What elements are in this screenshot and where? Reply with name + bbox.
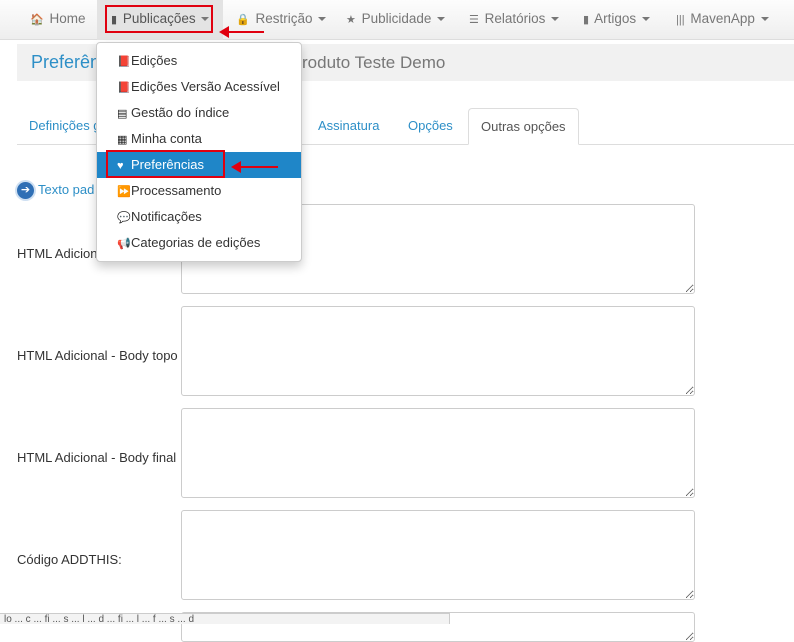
menu-item-categorias[interactable]: 📢Categorias de edições xyxy=(97,230,301,256)
menu-item-label: Minha conta xyxy=(131,131,202,146)
book-icon: 📕 xyxy=(117,82,131,94)
book-icon: 📕 xyxy=(117,56,131,68)
nav-mavenapp-label: MavenApp xyxy=(690,11,755,26)
tab-outras-opcoes[interactable]: Outras opções xyxy=(468,108,579,145)
codigo-addthis-textarea[interactable] xyxy=(181,510,695,600)
menu-item-minha-conta[interactable]: ▦ Minha conta xyxy=(97,126,301,152)
list-alt-icon: ▤ xyxy=(117,108,128,120)
nav-mavenapp[interactable]: ||| MavenApp xyxy=(676,0,769,40)
caret-down-icon xyxy=(641,17,650,22)
list-icon: ☰ xyxy=(469,14,479,26)
menu-item-label: Categorias de edições xyxy=(131,235,261,250)
html-body-topo-textarea[interactable] xyxy=(181,306,695,396)
nav-artigos-label: Artigos xyxy=(594,11,637,26)
field-label-addthis: Código ADDTHIS: xyxy=(17,552,122,567)
annotation-arrow xyxy=(231,161,278,173)
field-label-html-adicional-head: HTML Adicion xyxy=(17,246,98,261)
comment-icon: 💬 xyxy=(117,212,131,224)
menu-item-preferencias[interactable]: ♥ Preferências xyxy=(97,152,301,178)
browser-status-bar: lo ... c ... fi ... s ... l ... d ... fi… xyxy=(0,613,450,624)
caret-down-icon xyxy=(760,17,769,22)
caret-down-icon xyxy=(551,17,560,22)
menu-item-label: Notificações xyxy=(131,209,202,224)
star-icon: ★ xyxy=(346,14,356,26)
menu-item-label: Processamento xyxy=(131,183,222,198)
menu-item-processamento[interactable]: ⏩Processamento xyxy=(97,178,301,204)
annotation-arrow xyxy=(219,26,264,38)
texto-padrao-link[interactable]: ➔ Texto pad xyxy=(17,182,95,200)
tab-definicoes[interactable]: Definições g xyxy=(29,108,101,145)
menu-item-label: Gestão do índice xyxy=(131,105,230,120)
home-icon: 🏠 xyxy=(30,14,44,26)
caret-down-icon xyxy=(318,17,327,22)
nav-relatorios-label: Relatórios xyxy=(484,11,546,26)
caret-down-icon xyxy=(437,17,446,22)
file-icon: ▮ xyxy=(111,14,118,26)
top-navbar: 🏠 Home ▮ Publicações 🔒 Restrição ★ Publi… xyxy=(0,0,794,40)
bullhorn-icon: 📢 xyxy=(117,238,131,250)
nav-publicacoes[interactable]: ▮ Publicações xyxy=(97,0,224,40)
th-icon: ▦ xyxy=(117,134,128,146)
menu-item-notificacoes[interactable]: 💬Notificações xyxy=(97,204,301,230)
tab-opcoes[interactable]: Opções xyxy=(408,108,453,145)
barcode-icon: ||| xyxy=(676,14,685,26)
heart-icon: ♥ xyxy=(117,160,124,172)
menu-item-label: Preferências xyxy=(131,157,204,172)
caret-down-icon xyxy=(201,17,210,22)
lock-icon: 🔒 xyxy=(236,14,250,26)
menu-item-edicoes[interactable]: 📕Edições xyxy=(97,48,301,74)
arrow-circle-icon: ➔ xyxy=(17,182,34,200)
nav-publicacoes-label: Publicações xyxy=(122,11,196,26)
nav-publicidade-label: Publicidade xyxy=(361,11,432,26)
forward-icon: ⏩ xyxy=(117,186,131,198)
tab-assinatura[interactable]: Assinatura xyxy=(318,108,379,145)
field-label-body-topo: HTML Adicional - Body topo xyxy=(17,348,178,363)
html-body-final-textarea[interactable] xyxy=(181,408,695,498)
texto-padrao-label: Texto pad xyxy=(38,182,95,197)
nav-artigos[interactable]: ▮ Artigos xyxy=(583,0,650,40)
nav-home[interactable]: 🏠 Home xyxy=(30,0,85,40)
menu-item-gestao-indice[interactable]: ▤ Gestão do índice xyxy=(97,100,301,126)
bookmark-icon: ▮ xyxy=(583,14,590,26)
nav-relatorios[interactable]: ☰ Relatórios xyxy=(469,0,560,40)
nav-publicidade[interactable]: ★ Publicidade xyxy=(346,0,446,40)
menu-item-label: Edições xyxy=(131,53,178,68)
menu-item-label: Edições Versão Acessível xyxy=(131,79,280,94)
page-title: Preferên xyxy=(31,52,101,72)
page-subtitle: roduto Teste Demo xyxy=(302,53,446,72)
nav-restricao[interactable]: 🔒 Restrição xyxy=(236,0,327,40)
publicacoes-dropdown-menu: 📕Edições 📕Edições Versão Acessível ▤ Gest… xyxy=(96,42,302,262)
field-label-body-final: HTML Adicional - Body final xyxy=(17,450,177,465)
nav-restricao-label: Restrição xyxy=(255,11,313,26)
nav-home-label: Home xyxy=(49,11,86,26)
menu-item-edicoes-acessivel[interactable]: 📕Edições Versão Acessível xyxy=(97,74,301,100)
